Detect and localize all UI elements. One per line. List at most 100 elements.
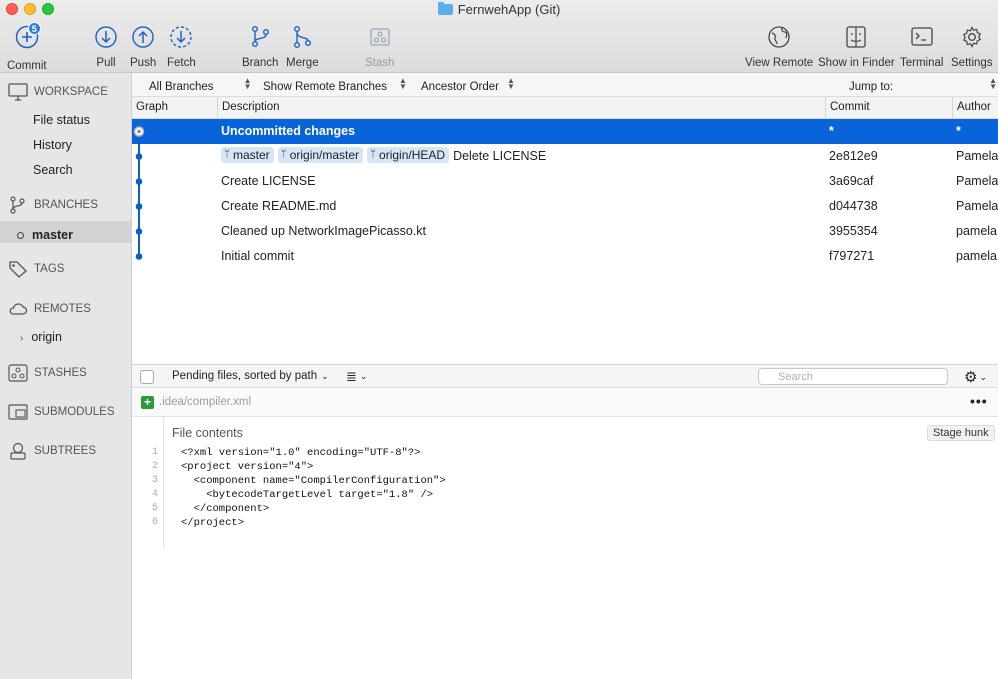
tag-icon — [9, 261, 27, 278]
sidebar-item-file-status[interactable]: File status — [33, 113, 90, 127]
commit-hash: 3955354 — [829, 224, 878, 238]
branch-icon — [10, 196, 25, 214]
sidebar-item-remote-origin[interactable]: › origin — [20, 330, 62, 344]
commit-hash: 3a69caf — [829, 174, 874, 188]
select-all-checkbox[interactable] — [140, 370, 154, 384]
branch-icon — [252, 26, 270, 48]
more-options-icon[interactable]: ••• — [970, 393, 988, 409]
commit-button[interactable]: 5 Commit — [7, 22, 47, 72]
options-menu-button[interactable]: ⚙ ⌄ — [964, 368, 987, 386]
column-divider[interactable] — [952, 97, 953, 119]
updown-chevron-icon: ▲ ▼ — [399, 76, 407, 91]
chevron-down-icon: ⌄ — [321, 371, 329, 381]
commit-hash: d044738 — [829, 199, 878, 213]
column-header-graph[interactable]: Graph — [136, 101, 168, 113]
pull-button[interactable]: Pull — [93, 24, 119, 69]
sidebar: WORKSPACE File status History Search BRA… — [0, 73, 132, 679]
commit-row-uncommitted[interactable]: Uncommitted changes * * — [132, 119, 998, 144]
file-name: .idea/compiler.xml — [159, 396, 252, 408]
arrow-down-circle-icon — [95, 26, 117, 48]
commit-description: Initial commit — [221, 249, 294, 263]
sidebar-header-stashes[interactable]: STASHES — [8, 364, 87, 382]
graph-node — [135, 203, 143, 210]
chevron-down-icon: ⌄ — [979, 372, 987, 382]
graph-node — [135, 253, 143, 260]
sort-mode-select[interactable]: Pending files, sorted by path ⌄ — [172, 370, 329, 382]
sidebar-item-branch-master[interactable]: master — [17, 228, 73, 242]
folder-icon — [437, 2, 453, 15]
settings-button[interactable]: Settings — [951, 24, 993, 69]
show-in-finder-button[interactable]: Show in Finder — [818, 24, 895, 69]
view-remote-button[interactable]: View Remote — [745, 24, 813, 69]
file-contents-title: File contents — [172, 426, 243, 440]
view-mode-select[interactable]: ≣ ⌄ — [346, 369, 367, 385]
submodule-icon — [8, 404, 28, 420]
sidebar-header-submodules[interactable]: SUBMODULES — [8, 403, 115, 421]
jump-to-select[interactable]: Jump to:▲ ▼ — [849, 77, 997, 94]
merge-icon — [294, 26, 312, 49]
pending-count-badge: 5 — [27, 22, 41, 35]
chevron-right-icon[interactable]: › — [20, 333, 23, 344]
column-header-author[interactable]: Author — [957, 101, 991, 113]
column-divider[interactable] — [217, 97, 218, 119]
list-icon: ≣ — [346, 369, 357, 384]
sidebar-header-branches[interactable]: BRANCHES — [8, 196, 98, 214]
commit-list: Uncommitted changes * * ᛘ master ᛘ origin/… — [132, 119, 998, 364]
stage-hunk-button[interactable]: Stage hunk — [927, 425, 995, 441]
branch-icon: ᛘ — [224, 149, 230, 160]
branch-label-origin-head[interactable]: ᛘ origin/HEAD — [367, 146, 450, 163]
sidebar-header-subtrees[interactable]: SUBTREES — [8, 442, 96, 460]
push-button[interactable]: Push — [130, 24, 156, 69]
finder-icon — [846, 26, 867, 48]
terminal-icon — [911, 27, 933, 46]
globe-icon — [768, 26, 790, 48]
commit-graph — [133, 126, 145, 260]
sidebar-item-search[interactable]: Search — [33, 163, 73, 177]
commit-author: Pamela — [956, 149, 998, 163]
commit-row[interactable]: Initial commit f797271 pamela — [132, 244, 998, 269]
cloud-icon — [9, 303, 28, 315]
commit-row[interactable]: Cleaned up NetworkImagePicasso.kt 395535… — [132, 219, 998, 244]
branch-label-master[interactable]: ᛘ master — [221, 146, 274, 163]
commit-description: Delete LICENSE — [453, 149, 547, 163]
sidebar-header-workspace[interactable]: WORKSPACE — [8, 83, 108, 101]
file-row[interactable]: + .idea/compiler.xml ••• — [132, 388, 998, 417]
commit-table-header: Graph Description Commit Author — [132, 97, 998, 119]
terminal-button[interactable]: Terminal — [900, 24, 943, 69]
stash-button[interactable]: Stash — [365, 24, 394, 69]
commit-row[interactable]: ᛘ master ᛘ origin/master ᛘ origin/HEAD Dele… — [132, 144, 998, 169]
commit-author: pamela — [956, 249, 997, 263]
order-select[interactable]: Ancestor Order▲ ▼ — [421, 76, 515, 94]
search-input[interactable] — [758, 368, 948, 385]
current-branch-icon — [17, 232, 24, 239]
gear-icon: ⚙ — [964, 369, 978, 386]
toolbar: FernwehApp (Git) 5 Commit Pull Push Fetc… — [0, 0, 998, 73]
monitor-icon — [8, 83, 28, 101]
column-header-description[interactable]: Description — [222, 101, 280, 113]
merge-button[interactable]: Merge — [286, 24, 319, 69]
sidebar-header-tags[interactable]: TAGS — [8, 260, 64, 278]
branch-label-origin-master[interactable]: ᛘ origin/master — [277, 146, 364, 163]
remote-branches-select[interactable]: Show Remote Branches▲ ▼ — [263, 76, 407, 94]
commit-description: Uncommitted changes — [221, 124, 356, 138]
branch-button[interactable]: Branch — [242, 24, 278, 69]
commit-row[interactable]: Create LICENSE 3a69caf Pamela — [132, 169, 998, 194]
stash-icon — [370, 28, 390, 46]
commit-hash: f797271 — [829, 249, 875, 263]
stash-icon — [8, 364, 28, 382]
column-divider[interactable] — [825, 97, 826, 119]
column-header-commit[interactable]: Commit — [830, 101, 870, 113]
fetch-button[interactable]: Fetch — [167, 24, 196, 69]
sidebar-item-history[interactable]: History — [33, 138, 72, 152]
commit-row[interactable]: Create README.md d044738 Pamela — [132, 194, 998, 219]
branch-filter-select[interactable]: All Branches▲ ▼ — [149, 77, 251, 94]
added-file-icon[interactable]: + — [141, 396, 154, 409]
graph-node — [135, 178, 143, 185]
graph-node — [135, 153, 143, 160]
branch-icon: ᛘ — [370, 149, 377, 160]
sidebar-header-remotes[interactable]: REMOTES — [8, 300, 91, 318]
updown-chevron-icon: ▲ ▼ — [506, 76, 515, 91]
commit-author: * — [956, 124, 961, 138]
subtree-icon — [10, 442, 26, 460]
commit-description: Cleaned up NetworkImagePicasso.kt — [221, 224, 426, 238]
